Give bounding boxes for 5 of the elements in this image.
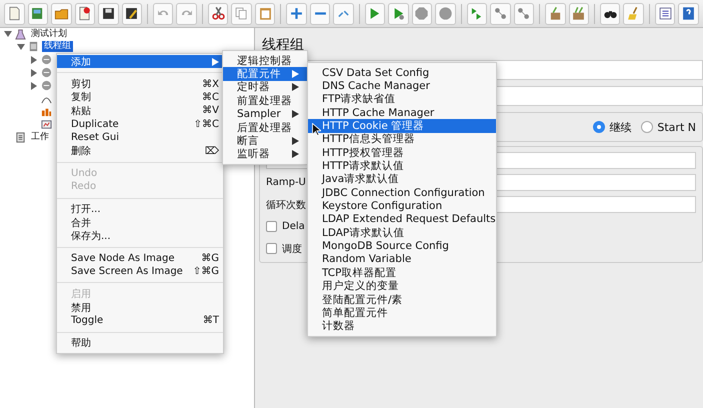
- checkbox-label: Dela: [282, 221, 305, 232]
- field-label: 循环次数: [266, 198, 307, 212]
- field-label: Ramp-U: [266, 177, 307, 188]
- checkbox-label: 调度: [282, 242, 302, 256]
- panel-title: 线程组: [261, 36, 305, 55]
